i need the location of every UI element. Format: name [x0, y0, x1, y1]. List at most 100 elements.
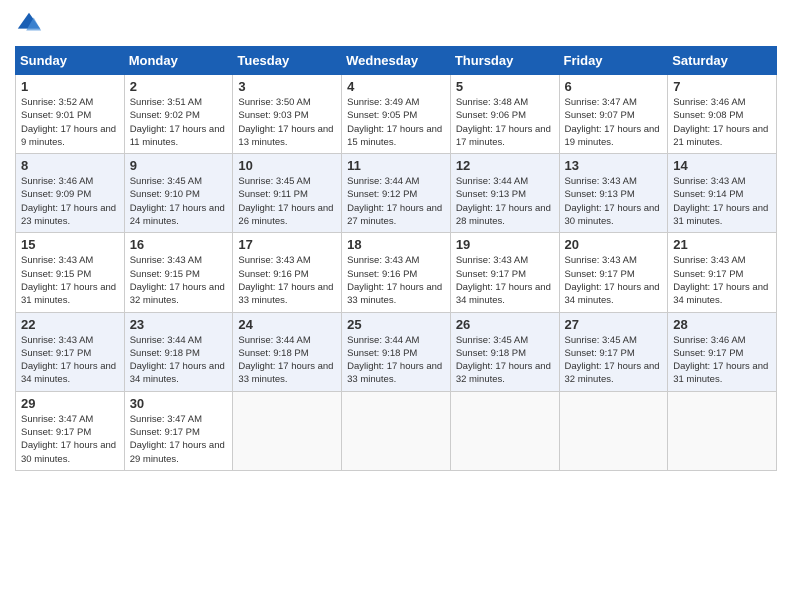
day-number: 18: [347, 237, 445, 252]
calendar-cell: 17 Sunrise: 3:43 AMSunset: 9:16 PMDayligh…: [233, 233, 342, 312]
calendar-cell: 24 Sunrise: 3:44 AMSunset: 9:18 PMDayligh…: [233, 312, 342, 391]
weekday-header-wednesday: Wednesday: [342, 47, 451, 75]
day-info: Sunrise: 3:50 AMSunset: 9:03 PMDaylight:…: [238, 96, 336, 149]
calendar-cell: 7Sunrise: 3:46 AMSunset: 9:08 PMDaylight…: [668, 75, 777, 154]
calendar-cell: 23Sunrise: 3:44 AMSunset: 9:18 PMDayligh…: [124, 312, 233, 391]
calendar-week-5: 29 Sunrise: 3:47 AMSunset: 9:17 PMDayligh…: [16, 391, 777, 470]
day-number: 23: [130, 317, 228, 332]
calendar-cell: 26 Sunrise: 3:45 AMSunset: 9:18 PMDayligh…: [450, 312, 559, 391]
day-number: 28: [673, 317, 771, 332]
day-info: Sunrise: 3:44 AMSunset: 9:13 PMDaylight:…: [456, 175, 554, 228]
day-info: Sunrise: 3:45 AMSunset: 9:17 PMDaylight:…: [565, 334, 663, 387]
calendar-cell: 30 Sunrise: 3:47 AMSunset: 9:17 PMDayligh…: [124, 391, 233, 470]
day-number: 14: [673, 158, 771, 173]
calendar-cell: [450, 391, 559, 470]
weekday-header-friday: Friday: [559, 47, 668, 75]
weekday-header-sunday: Sunday: [16, 47, 125, 75]
day-number: 27: [565, 317, 663, 332]
day-info: Sunrise: 3:47 AMSunset: 9:17 PMDaylight:…: [21, 413, 119, 466]
day-number: 17: [238, 237, 336, 252]
calendar-cell: 14 Sunrise: 3:43 AMSunset: 9:14 PMDayligh…: [668, 154, 777, 233]
calendar-cell: 18 Sunrise: 3:43 AMSunset: 9:16 PMDayligh…: [342, 233, 451, 312]
day-number: 30: [130, 396, 228, 411]
day-number: 16: [130, 237, 228, 252]
calendar-cell: 13 Sunrise: 3:43 AMSunset: 9:13 PMDayligh…: [559, 154, 668, 233]
day-info: Sunrise: 3:48 AMSunset: 9:06 PMDaylight:…: [456, 96, 554, 149]
calendar-cell: 25 Sunrise: 3:44 AMSunset: 9:18 PMDayligh…: [342, 312, 451, 391]
day-number: 26: [456, 317, 554, 332]
day-info: Sunrise: 3:43 AMSunset: 9:17 PMDaylight:…: [21, 334, 119, 387]
calendar-cell: 1 Sunrise: 3:52 AMSunset: 9:01 PMDaylight…: [16, 75, 125, 154]
day-info: Sunrise: 3:43 AMSunset: 9:13 PMDaylight:…: [565, 175, 663, 228]
day-number: 11: [347, 158, 445, 173]
weekday-header-row: SundayMondayTuesdayWednesdayThursdayFrid…: [16, 47, 777, 75]
calendar-cell: [559, 391, 668, 470]
day-number: 12: [456, 158, 554, 173]
day-info: Sunrise: 3:44 AMSunset: 9:18 PMDaylight:…: [347, 334, 445, 387]
day-number: 5: [456, 79, 554, 94]
calendar-cell: 16 Sunrise: 3:43 AMSunset: 9:15 PMDayligh…: [124, 233, 233, 312]
day-number: 6: [565, 79, 663, 94]
calendar-cell: 20Sunrise: 3:43 AMSunset: 9:17 PMDayligh…: [559, 233, 668, 312]
weekday-header-tuesday: Tuesday: [233, 47, 342, 75]
calendar: SundayMondayTuesdayWednesdayThursdayFrid…: [15, 46, 777, 471]
calendar-cell: 19Sunrise: 3:43 AMSunset: 9:17 PMDayligh…: [450, 233, 559, 312]
day-info: Sunrise: 3:46 AMSunset: 9:09 PMDaylight:…: [21, 175, 119, 228]
calendar-cell: 28 Sunrise: 3:46 AMSunset: 9:17 PMDayligh…: [668, 312, 777, 391]
day-number: 25: [347, 317, 445, 332]
calendar-cell: 12 Sunrise: 3:44 AMSunset: 9:13 PMDayligh…: [450, 154, 559, 233]
day-info: Sunrise: 3:43 AMSunset: 9:17 PMDaylight:…: [456, 254, 554, 307]
calendar-cell: [668, 391, 777, 470]
day-info: Sunrise: 3:43 AMSunset: 9:15 PMDaylight:…: [130, 254, 228, 307]
calendar-cell: 21 Sunrise: 3:43 AMSunset: 9:17 PMDayligh…: [668, 233, 777, 312]
day-info: Sunrise: 3:52 AMSunset: 9:01 PMDaylight:…: [21, 96, 119, 149]
header: [15, 10, 777, 38]
weekday-header-monday: Monday: [124, 47, 233, 75]
day-number: 9: [130, 158, 228, 173]
day-number: 4: [347, 79, 445, 94]
calendar-week-1: 1 Sunrise: 3:52 AMSunset: 9:01 PMDaylight…: [16, 75, 777, 154]
day-info: Sunrise: 3:49 AMSunset: 9:05 PMDaylight:…: [347, 96, 445, 149]
calendar-cell: [233, 391, 342, 470]
logo: [15, 10, 47, 38]
weekday-header-thursday: Thursday: [450, 47, 559, 75]
calendar-week-3: 15 Sunrise: 3:43 AMSunset: 9:15 PMDayligh…: [16, 233, 777, 312]
calendar-cell: 15 Sunrise: 3:43 AMSunset: 9:15 PMDayligh…: [16, 233, 125, 312]
day-number: 21: [673, 237, 771, 252]
day-info: Sunrise: 3:47 AMSunset: 9:17 PMDaylight:…: [130, 413, 228, 466]
day-info: Sunrise: 3:45 AMSunset: 9:11 PMDaylight:…: [238, 175, 336, 228]
day-info: Sunrise: 3:46 AMSunset: 9:17 PMDaylight:…: [673, 334, 771, 387]
day-info: Sunrise: 3:45 AMSunset: 9:18 PMDaylight:…: [456, 334, 554, 387]
calendar-cell: 9Sunrise: 3:45 AMSunset: 9:10 PMDaylight…: [124, 154, 233, 233]
day-number: 1: [21, 79, 119, 94]
calendar-cell: 29 Sunrise: 3:47 AMSunset: 9:17 PMDayligh…: [16, 391, 125, 470]
day-number: 29: [21, 396, 119, 411]
day-info: Sunrise: 3:43 AMSunset: 9:15 PMDaylight:…: [21, 254, 119, 307]
calendar-cell: 11 Sunrise: 3:44 AMSunset: 9:12 PMDayligh…: [342, 154, 451, 233]
day-number: 3: [238, 79, 336, 94]
day-number: 24: [238, 317, 336, 332]
day-info: Sunrise: 3:43 AMSunset: 9:16 PMDaylight:…: [238, 254, 336, 307]
day-info: Sunrise: 3:43 AMSunset: 9:16 PMDaylight:…: [347, 254, 445, 307]
day-info: Sunrise: 3:43 AMSunset: 9:17 PMDaylight:…: [673, 254, 771, 307]
day-info: Sunrise: 3:44 AMSunset: 9:18 PMDaylight:…: [238, 334, 336, 387]
calendar-cell: 3 Sunrise: 3:50 AMSunset: 9:03 PMDaylight…: [233, 75, 342, 154]
calendar-cell: 8 Sunrise: 3:46 AMSunset: 9:09 PMDaylight…: [16, 154, 125, 233]
day-number: 13: [565, 158, 663, 173]
calendar-cell: [342, 391, 451, 470]
calendar-week-2: 8 Sunrise: 3:46 AMSunset: 9:09 PMDaylight…: [16, 154, 777, 233]
day-number: 22: [21, 317, 119, 332]
calendar-cell: 2Sunrise: 3:51 AMSunset: 9:02 PMDaylight…: [124, 75, 233, 154]
weekday-header-saturday: Saturday: [668, 47, 777, 75]
calendar-week-4: 22 Sunrise: 3:43 AMSunset: 9:17 PMDayligh…: [16, 312, 777, 391]
day-number: 8: [21, 158, 119, 173]
day-number: 10: [238, 158, 336, 173]
page: SundayMondayTuesdayWednesdayThursdayFrid…: [0, 0, 792, 486]
day-number: 7: [673, 79, 771, 94]
calendar-cell: 4 Sunrise: 3:49 AMSunset: 9:05 PMDaylight…: [342, 75, 451, 154]
day-number: 15: [21, 237, 119, 252]
day-info: Sunrise: 3:43 AMSunset: 9:14 PMDaylight:…: [673, 175, 771, 228]
day-info: Sunrise: 3:44 AMSunset: 9:12 PMDaylight:…: [347, 175, 445, 228]
day-number: 20: [565, 237, 663, 252]
calendar-cell: 22 Sunrise: 3:43 AMSunset: 9:17 PMDayligh…: [16, 312, 125, 391]
